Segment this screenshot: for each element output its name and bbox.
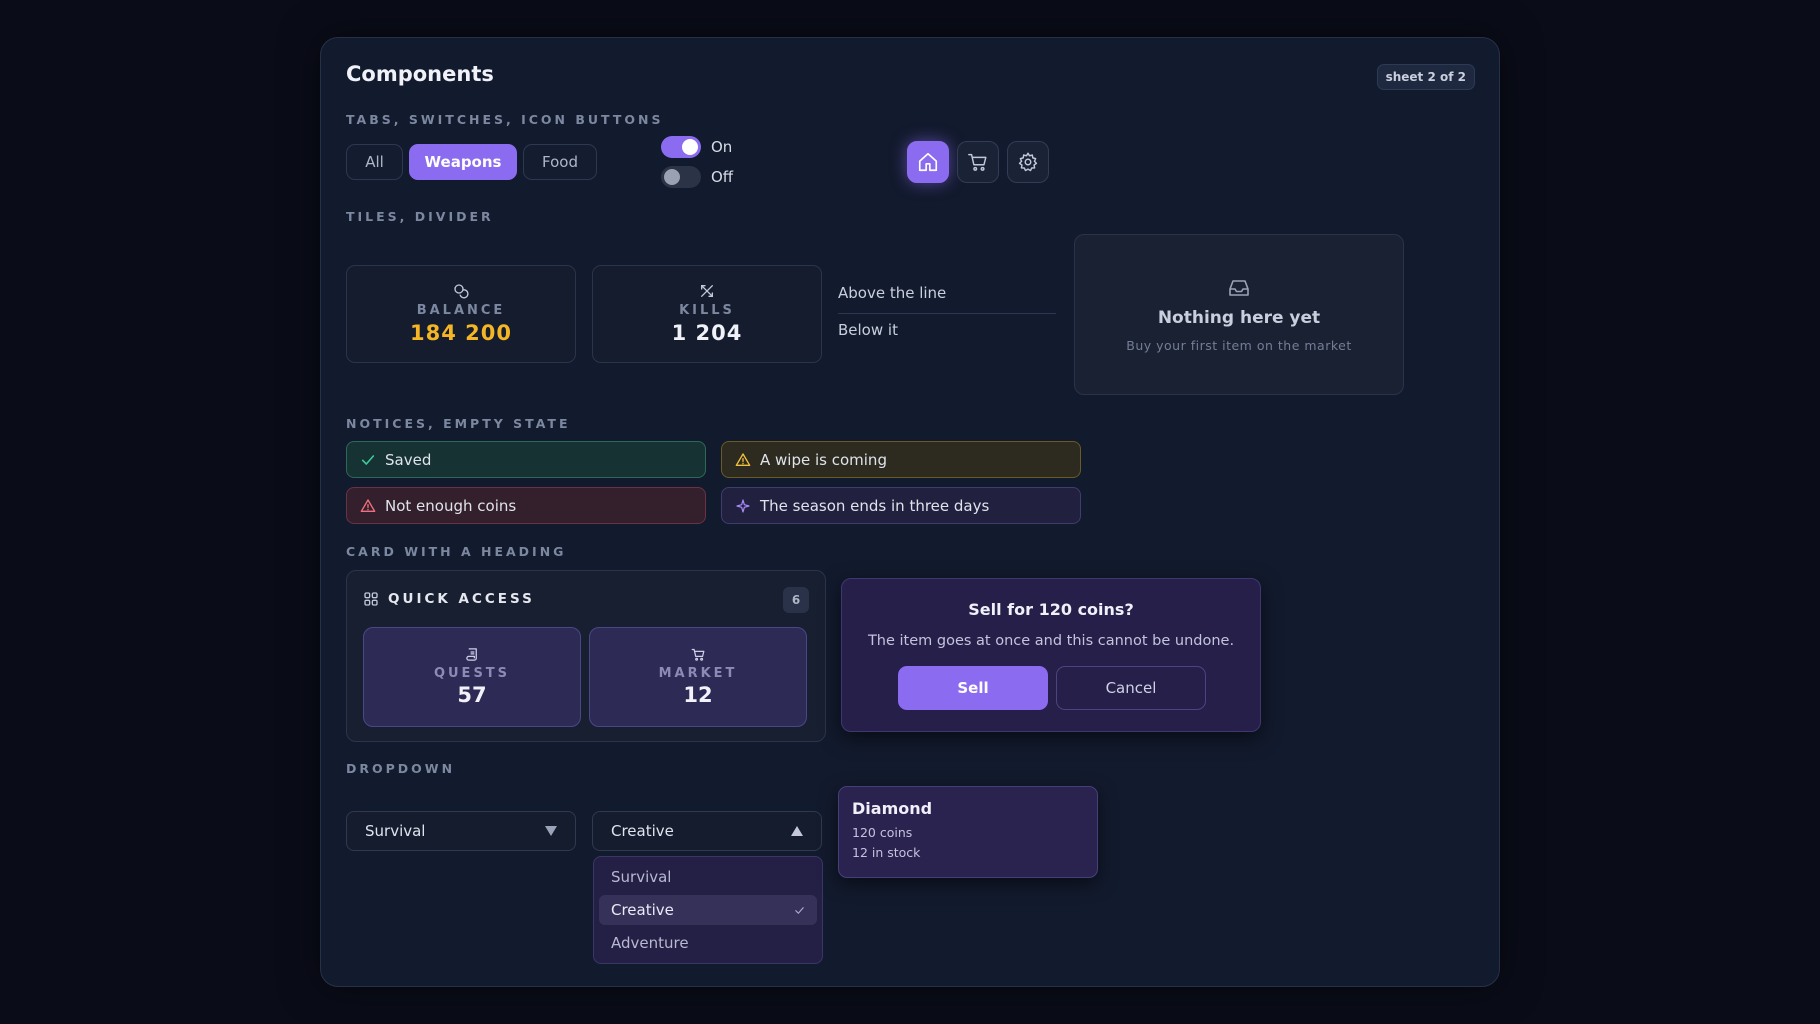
quests-value: 57 [457,683,487,707]
dialog-body: The item goes at once and this cannot be… [867,633,1235,649]
tab-weapons[interactable]: Weapons [409,144,517,180]
card-count-badge: 6 [783,587,809,613]
quests-tile[interactable]: QUESTS 57 [363,627,581,727]
switch-off-label: Off [711,168,734,186]
mode-select-open[interactable]: Creative [592,811,822,851]
mode-select-closed[interactable]: Survival [346,811,576,851]
option-label: Survival [611,868,672,886]
notice-info-text: The season ends in three days [760,496,990,515]
notice-warning-text: A wipe is coming [760,450,887,469]
quick-access-card: QUICK ACCESS 6 QUESTS 57 MARKET 12 [346,570,826,742]
select-value: Survival [365,822,426,840]
option-adventure[interactable]: Adventure [599,928,817,958]
market-value: 12 [683,683,713,707]
divider-below-text: Below it [838,321,898,339]
option-creative[interactable]: Creative [599,895,817,925]
switch-on-label: On [711,138,733,156]
sell-button[interactable]: Sell [898,666,1048,710]
section-label-tiles: TILES, DIVIDER [346,209,494,224]
balance-label: BALANCE [416,303,506,318]
balance-value: 184 200 [410,321,512,345]
page-title: Components [346,62,494,86]
divider-above-text: Above the line [838,284,947,302]
cart-icon [968,153,987,171]
cart-icon [691,648,704,661]
kills-label: KILLS [679,303,735,318]
check-icon [361,454,375,465]
inbox-icon [1229,280,1249,296]
cancel-button[interactable]: Cancel [1056,666,1206,710]
notice-info: The season ends in three days [721,487,1081,524]
section-label-notices: NOTICES, EMPTY STATE [346,416,571,431]
notice-success-text: Saved [385,450,432,469]
sheet-badge: sheet 2 of 2 [1376,64,1475,90]
notice-warning: A wipe is coming [721,441,1081,478]
notice-success: Saved [346,441,706,478]
empty-state-subtitle: Buy your first item on the market [1126,338,1352,353]
notice-error: Not enough coins [346,487,706,524]
home-button[interactable] [907,141,949,183]
option-label: Creative [611,901,674,919]
card-header: QUICK ACCESS [363,591,535,607]
balance-tile: BALANCE 184 200 [346,265,576,363]
tab-bar: All Weapons Food [346,144,597,180]
alert-icon [360,498,376,512]
empty-state-title: Nothing here yet [1157,308,1321,328]
cart-button[interactable] [957,141,999,183]
dialog-title: Sell for 120 coins? [968,600,1134,619]
tab-all[interactable]: All [346,144,403,180]
icon-button-group [907,141,1049,183]
check-icon [795,906,804,914]
market-label: MARKET [658,666,738,681]
card-title: QUICK ACCESS [388,591,535,607]
switch-on-toggle[interactable] [661,136,701,158]
warning-icon [735,452,751,466]
select-menu: Survival Creative Adventure [593,856,823,964]
tooltip-stock: 12 in stock [852,845,921,860]
confirm-dialog: Sell for 120 coins? The item goes at onc… [841,578,1261,732]
section-label-tabs: TABS, SWITCHES, ICON BUTTONS [346,112,664,127]
tooltip-title: Diamond [852,799,933,818]
components-panel: Components sheet 2 of 2 TABS, SWITCHES, … [320,37,1500,987]
crossed-swords-icon [701,285,713,297]
empty-state: Nothing here yet Buy your first item on … [1074,234,1404,395]
tooltip-price: 120 coins [852,825,913,840]
switch-row-on: On [661,136,732,158]
coins-icon [454,284,469,299]
section-label-dropdown: DROPDOWN [346,761,456,776]
switch-row-off: Off [661,166,733,188]
select-value: Creative [611,822,674,840]
gear-icon [1018,152,1038,172]
item-tooltip: Diamond 120 coins 12 in stock [838,786,1098,878]
scroll-icon [465,648,477,661]
kills-value: 1 204 [671,321,743,345]
grid-icon [364,592,378,606]
quests-label: QUESTS [433,666,511,681]
option-survival[interactable]: Survival [599,862,817,892]
kills-tile: KILLS 1 204 [592,265,822,363]
sparkle-icon [736,498,750,513]
caret-down-icon [545,826,557,836]
settings-button[interactable] [1007,141,1049,183]
divider [838,313,1056,314]
caret-up-icon [791,826,803,836]
switch-off-toggle[interactable] [661,166,701,188]
switch-knob [682,139,698,155]
section-label-card: CARD WITH A HEADING [346,544,567,559]
market-tile[interactable]: MARKET 12 [589,627,807,727]
home-icon [918,152,938,172]
tab-food[interactable]: Food [523,144,597,180]
switch-knob [664,169,680,185]
option-label: Adventure [611,934,689,952]
notice-error-text: Not enough coins [385,496,517,515]
